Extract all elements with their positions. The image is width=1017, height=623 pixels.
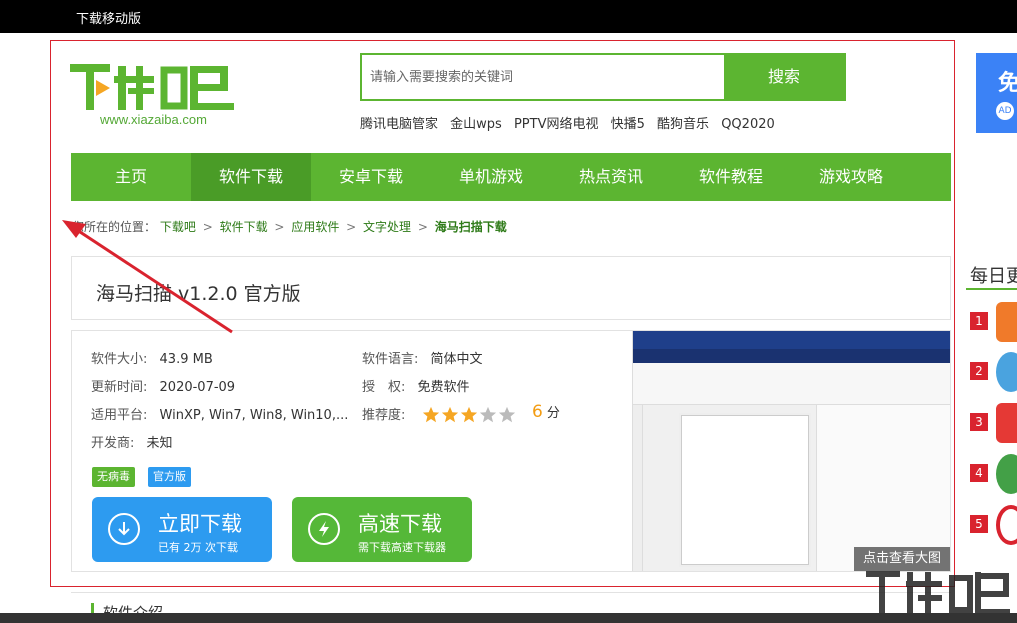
rank-number: 2: [970, 362, 988, 380]
rank-number: 5: [970, 515, 988, 533]
fast-download-note: 需下载高速下载器: [358, 541, 446, 554]
main-nav: 主页 软件下载 安卓下载 单机游戏 热点资讯 软件教程 游戏攻略: [71, 153, 951, 201]
screenshot-preview[interactable]: 点击查看大图: [632, 331, 950, 571]
software-title-box: 海马扫描 v1.2.0 官方版: [71, 256, 951, 320]
info-label: 软件语言:: [362, 352, 419, 367]
site-logo[interactable]: www.xiazaiba.com: [70, 60, 240, 130]
star-empty-icon: [498, 406, 516, 422]
rating-stars: [422, 404, 517, 422]
download-label: 立即下载: [158, 512, 242, 536]
nav-item-home[interactable]: 主页: [71, 153, 191, 201]
info-value: 43.9 MB: [159, 352, 213, 367]
rank-number: 3: [970, 413, 988, 431]
hot-keyword-link[interactable]: 腾讯电脑管家: [360, 117, 438, 132]
info-language: 软件语言: 简体中文: [362, 348, 483, 367]
hot-keyword-link[interactable]: 快播5: [611, 117, 645, 132]
side-ad-text: 免: [998, 71, 1017, 96]
info-label: 更新时间:: [91, 380, 148, 395]
rank-number: 1: [970, 312, 988, 330]
info-label: 推荐度:: [362, 408, 406, 423]
bottom-bar: [0, 613, 1017, 623]
logo-icon: [70, 64, 234, 110]
nav-item-tutorials[interactable]: 软件教程: [671, 153, 791, 201]
ad-badge: AD: [996, 102, 1014, 120]
hot-keyword-link[interactable]: PPTV网络电视: [514, 117, 599, 132]
lightning-icon: [308, 513, 340, 545]
nav-item-guides[interactable]: 游戏攻略: [791, 153, 911, 201]
rating-score: 6分: [532, 402, 560, 422]
logo-url: www.xiazaiba.com: [100, 112, 207, 127]
info-label: 适用平台:: [91, 408, 148, 423]
page-title: 海马扫描 v1.2.0 官方版: [96, 283, 301, 305]
info-value: 2020-07-09: [159, 380, 236, 395]
rank-app-icon[interactable]: [996, 505, 1017, 545]
info-license: 授 权: 免费软件: [362, 376, 470, 395]
breadcrumb: 您所在的位置： 下载吧 > 软件下载 > 应用软件 > 文字处理 > 海马扫描下…: [72, 218, 507, 235]
daily-rank-title: 每日更: [970, 266, 1017, 287]
hot-keywords: 腾讯电脑管家 金山wps PPTV网络电视 快播5 酷狗音乐 QQ2020: [360, 113, 783, 132]
fast-download-label: 高速下载: [358, 512, 442, 536]
download-button[interactable]: 立即下载 已有 2万 次下载: [92, 497, 272, 562]
nav-item-software[interactable]: 软件下载: [191, 153, 311, 201]
nav-item-news[interactable]: 热点资讯: [551, 153, 671, 201]
rank-underline: [966, 288, 1017, 290]
software-intro-header: 软件介绍: [71, 592, 951, 622]
info-platform: 适用平台: WinXP, Win7, Win8, Win10,...: [91, 404, 348, 423]
breadcrumb-separator: >: [417, 220, 428, 234]
breadcrumb-prefix: 您所在的位置：: [72, 220, 157, 234]
star-filled-icon: [422, 406, 440, 422]
info-value: WinXP, Win7, Win8, Win10,...: [159, 408, 349, 423]
rank-app-icon[interactable]: [996, 302, 1017, 342]
preview-left-pane: [633, 405, 643, 571]
breadcrumb-link[interactable]: 软件下载: [220, 220, 268, 234]
info-size: 软件大小: 43.9 MB: [91, 348, 213, 367]
side-ad[interactable]: 免 AD: [976, 53, 1017, 133]
star-filled-icon: [441, 406, 459, 422]
info-developer: 开发商: 未知: [91, 432, 173, 451]
watermark-logo-icon: [866, 571, 1010, 615]
breadcrumb-link[interactable]: 下载吧: [160, 220, 196, 234]
top-bar: 下载移动版: [0, 0, 1017, 33]
search-button[interactable]: 搜索: [724, 55, 844, 99]
rank-app-icon[interactable]: [996, 403, 1017, 443]
fast-download-button[interactable]: 高速下载 需下载高速下载器: [292, 497, 472, 562]
info-value: 未知: [146, 436, 173, 451]
score-value: 6: [532, 402, 543, 422]
hot-keyword-link[interactable]: 酷狗音乐: [657, 117, 709, 132]
info-label: 开发商:: [91, 436, 135, 451]
virus-free-badge: 无病毒: [92, 467, 135, 487]
breadcrumb-current[interactable]: 海马扫描下载: [435, 220, 507, 234]
info-value: 免费软件: [417, 380, 470, 395]
download-arrow-icon: [108, 513, 140, 545]
info-rating: 推荐度:: [362, 404, 405, 423]
preview-titlebar: [633, 331, 950, 349]
rank-app-icon[interactable]: [996, 454, 1017, 494]
official-badge: 官方版: [148, 467, 191, 487]
breadcrumb-link[interactable]: 应用软件: [291, 220, 339, 234]
search-input[interactable]: [362, 55, 726, 99]
rank-app-icon[interactable]: [996, 352, 1017, 392]
info-label: 授 权:: [362, 380, 406, 395]
hot-keyword-link[interactable]: 金山wps: [450, 117, 502, 132]
rank-number: 4: [970, 464, 988, 482]
preview-page: [681, 415, 809, 565]
breadcrumb-separator: >: [346, 220, 357, 234]
nav-item-games[interactable]: 单机游戏: [431, 153, 551, 201]
star-filled-icon: [460, 406, 478, 422]
mobile-version-link[interactable]: 下载移动版: [76, 8, 141, 27]
breadcrumb-separator: >: [202, 220, 213, 234]
info-updated: 更新时间: 2020-07-09: [91, 376, 235, 395]
info-label: 软件大小:: [91, 352, 148, 367]
breadcrumb-link[interactable]: 文字处理: [363, 220, 411, 234]
score-unit: 分: [546, 406, 560, 421]
hot-keyword-link[interactable]: QQ2020: [721, 117, 775, 132]
breadcrumb-separator: >: [274, 220, 285, 234]
star-empty-icon: [479, 406, 497, 422]
download-count: 已有 2万 次下载: [158, 541, 238, 554]
search-box: 搜索: [360, 53, 846, 101]
nav-item-android[interactable]: 安卓下载: [311, 153, 431, 201]
info-value: 简体中文: [430, 352, 483, 367]
preview-menubar: [633, 349, 950, 363]
preview-toolbar: [633, 363, 950, 405]
